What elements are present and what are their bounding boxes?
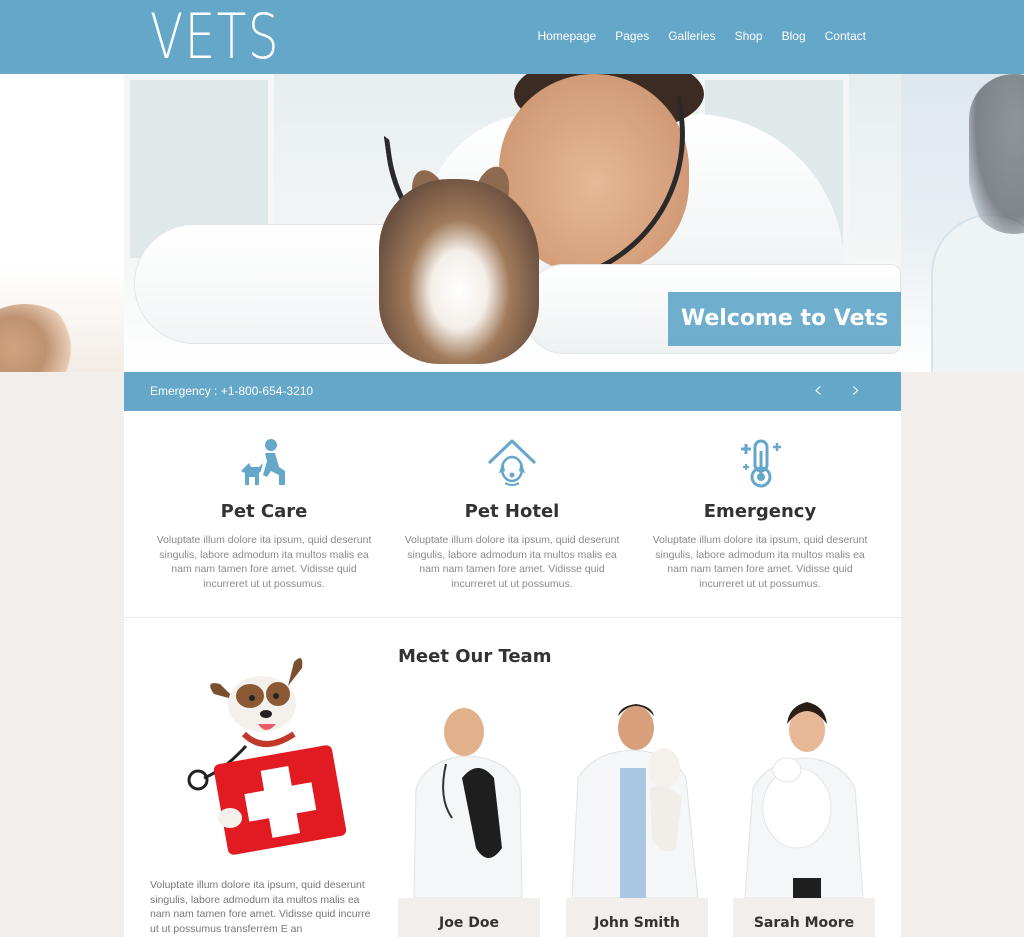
nav-galleries[interactable]: Galleries (668, 27, 715, 45)
service-description: Voluptate illum dolore ita ipsum, quid d… (652, 534, 868, 590)
service-emergency: Emergency Voluptate illum dolore ita ips… (645, 411, 875, 591)
nav-shop[interactable]: Shop (735, 27, 763, 45)
dog-with-first-aid-kit-image (184, 650, 359, 860)
team-member-card[interactable]: Sarah Moore (733, 698, 875, 937)
next-slide-image (969, 74, 1024, 234)
nav-homepage[interactable]: Homepage (537, 27, 596, 45)
service-description: Voluptate illum dolore ita ipsum, quid d… (404, 534, 620, 590)
thermometer-icon (733, 437, 787, 489)
nav-contact[interactable]: Contact (825, 27, 866, 45)
service-title: Emergency (703, 501, 817, 522)
team-member-card[interactable]: Joe Doe (398, 698, 540, 937)
previous-slide-image (0, 304, 80, 372)
site-logo[interactable]: VETS (150, 4, 280, 70)
emergency-phone: Emergency : +1-800-654-3210 (150, 384, 314, 398)
team-description: Voluptate illum dolore ita ipsum, quid d… (150, 879, 371, 935)
person-with-dog-icon (237, 437, 291, 489)
site-header: VETS Homepage Pages Galleries Shop Blog … (0, 0, 1024, 74)
team-member-photo (733, 698, 875, 899)
team-member-photo (566, 698, 708, 899)
previous-slide-preview (0, 74, 124, 372)
next-slide-preview (901, 74, 1024, 372)
dog-house-icon (485, 437, 539, 489)
team-section: Meet Our Team Voluptate illum dolore ita… (124, 618, 901, 937)
service-title: Pet Hotel (464, 501, 560, 522)
service-title: Pet Care (220, 501, 308, 522)
chevron-right-icon[interactable]: › (846, 378, 866, 404)
welcome-caption: Welcome to Vets (668, 292, 901, 346)
service-pet-care: Pet Care Voluptate illum dolore ita ipsu… (149, 411, 379, 591)
emergency-bar: Emergency : +1-800-654-3210 ‹ › (124, 372, 901, 411)
services-section: Pet Care Voluptate illum dolore ita ipsu… (124, 411, 901, 618)
next-slide-coat (931, 214, 1024, 372)
service-pet-hotel: Pet Hotel Voluptate illum dolore ita ips… (397, 411, 627, 591)
hero-bunny (379, 179, 539, 364)
chevron-left-icon[interactable]: ‹ (808, 378, 828, 404)
team-member-name: Sarah Moore (733, 898, 875, 937)
team-member-card[interactable]: John Smith (566, 698, 708, 937)
team-title: Meet Our Team (398, 646, 552, 667)
team-member-name: Joe Doe (398, 898, 540, 937)
nav-pages[interactable]: Pages (615, 27, 649, 45)
nav-blog[interactable]: Blog (782, 27, 806, 45)
team-member-name: John Smith (566, 898, 708, 937)
service-description: Voluptate illum dolore ita ipsum, quid d… (156, 534, 372, 590)
team-member-photo (398, 698, 540, 899)
main-nav: Homepage Pages Galleries Shop Blog Conta… (537, 27, 866, 45)
hero-slider: Welcome to Vets (124, 74, 901, 372)
